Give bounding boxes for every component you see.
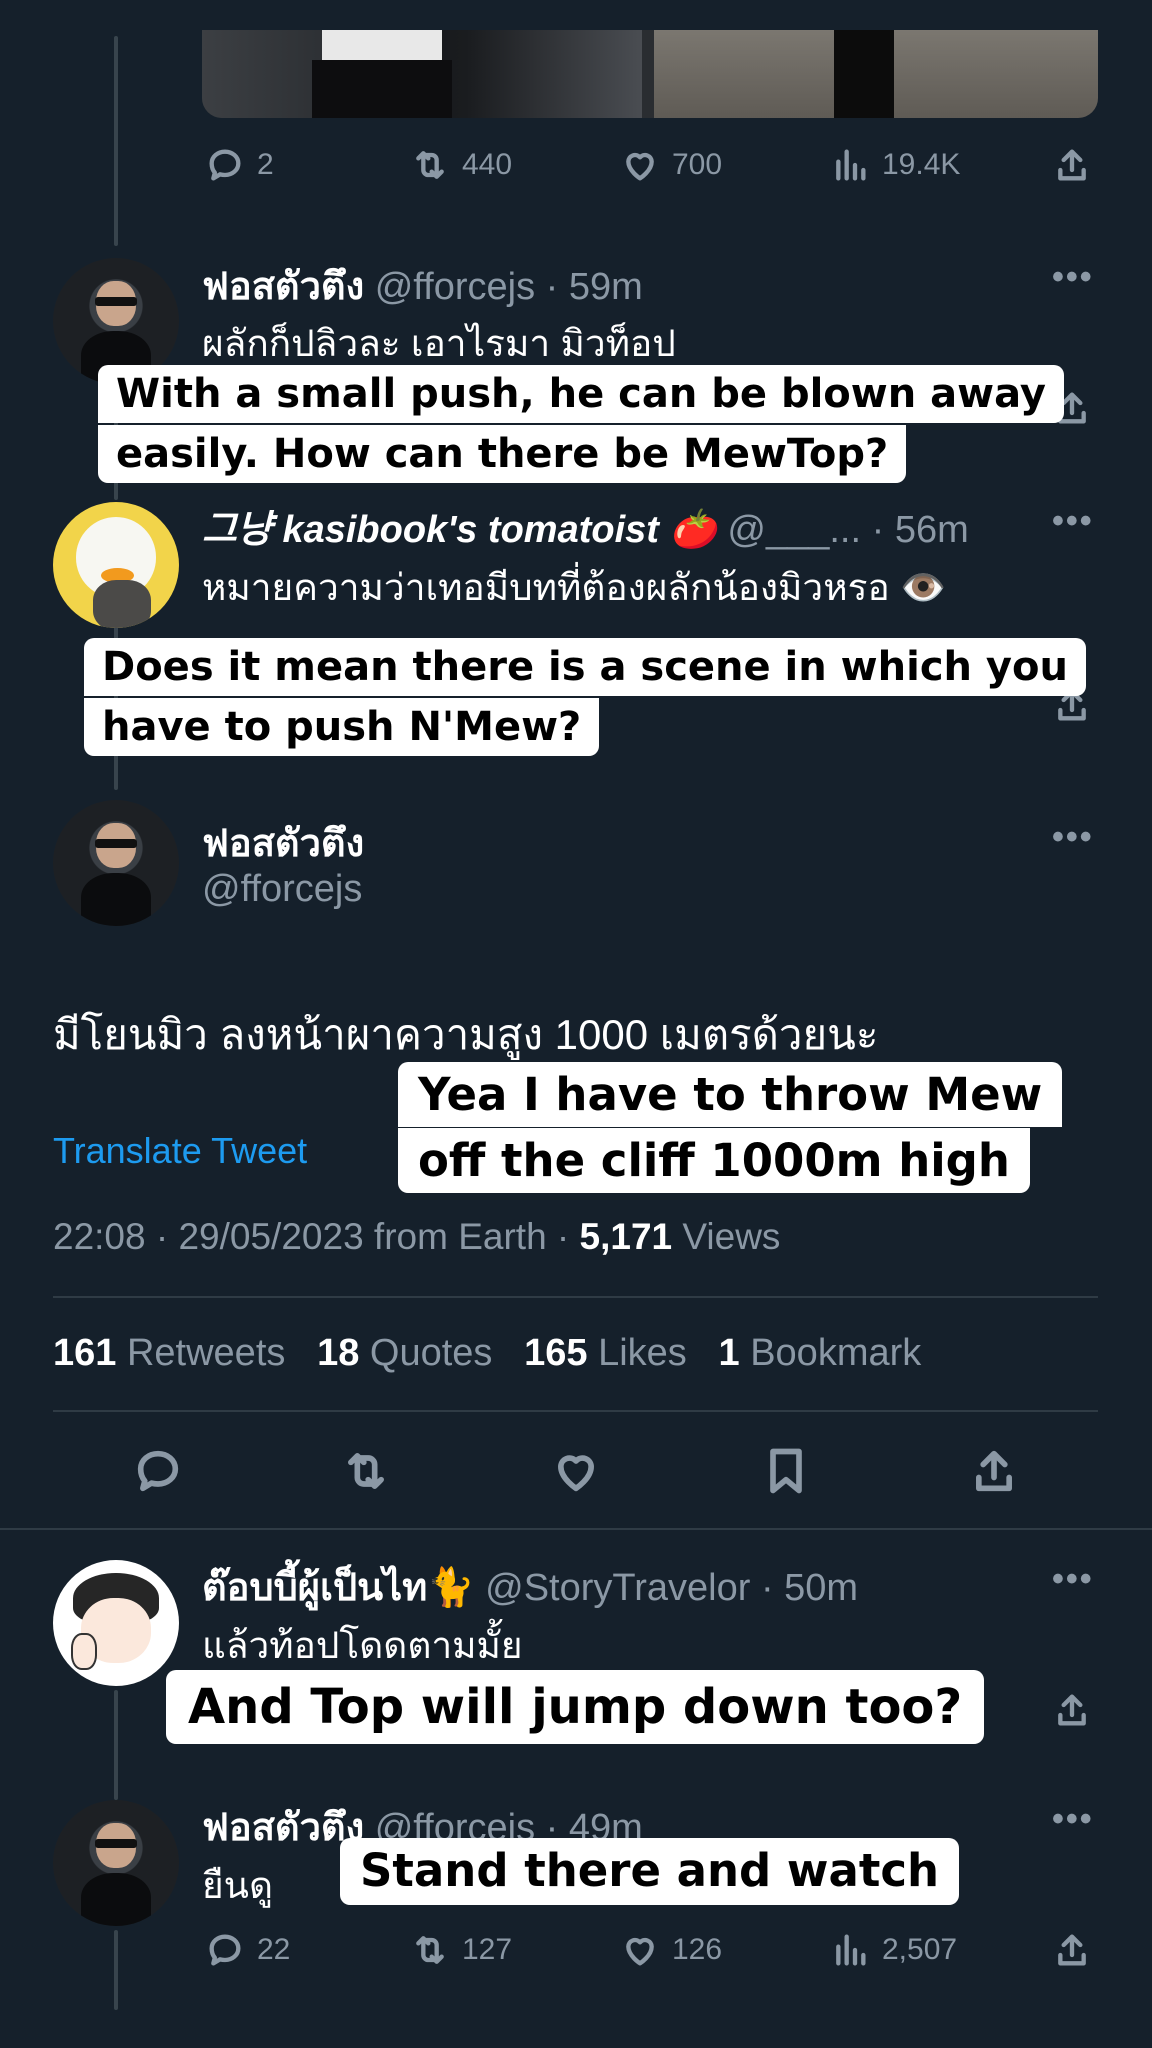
retweet-button[interactable]: 127 (410, 1930, 512, 1970)
author-name: ต๊อบบี้ผู้เป็นไท🐈 (202, 1567, 475, 1609)
tweet-time: 50m (784, 1567, 859, 1609)
media-image-right[interactable] (654, 30, 1098, 118)
tweet-text: ยืนดู (202, 1865, 274, 1906)
thread-line (114, 36, 118, 246)
tweet-author[interactable]: ต๊อบบี้ผู้เป็นไท🐈 @StoryTravelor · 50m (202, 1556, 858, 1617)
author-handle[interactable]: @fforcejs (202, 868, 362, 911)
timestamp-location: 22:08 · 29/05/2023 from Earth · (53, 1216, 580, 1257)
reply-count: 2 (257, 148, 274, 181)
heart-icon (626, 1937, 654, 1966)
caption-overlay: off the cliff 1000m high (398, 1128, 1030, 1194)
thread-line (114, 1930, 118, 2010)
heart-icon (626, 152, 654, 181)
translate-link[interactable]: Translate Tweet (53, 1130, 307, 1172)
tweet-media[interactable] (202, 30, 1098, 118)
divider (53, 1410, 1098, 1412)
media-image-left[interactable] (202, 30, 642, 118)
share-button[interactable] (1052, 1930, 1092, 1970)
share-icon (1058, 149, 1086, 181)
caption-overlay: With a small push, he can be blown away (98, 365, 1064, 423)
views-count: 2,507 (882, 1933, 958, 1966)
retweet-button[interactable]: 440 (410, 145, 512, 185)
share-button[interactable] (968, 1445, 1020, 1497)
retweets-stat[interactable]: 161 Retweets (53, 1332, 285, 1374)
views-icon (836, 1934, 866, 1966)
caption-overlay: easily. How can there be MewTop? (98, 425, 907, 483)
avatar[interactable] (53, 1800, 179, 1926)
bookmarks-stat[interactable]: 1 Bookmark (719, 1332, 922, 1374)
bookmark-icon (770, 1448, 802, 1494)
views-icon (836, 149, 866, 181)
tweet-author[interactable]: 그냥 kasibook's tomatoist 🍅 @___... · 56m (202, 498, 969, 553)
retweet-icon (348, 1453, 384, 1489)
views-button[interactable]: 19.4K (830, 145, 960, 185)
share-button[interactable] (1052, 145, 1092, 185)
tweet-text: หมายความว่าเทอมีบทที่ต้องผลักน้องมิวหรอ … (202, 567, 947, 608)
like-button[interactable]: 700 (620, 145, 722, 185)
views-label: Views (672, 1216, 781, 1257)
retweet-count: 440 (462, 148, 513, 181)
caption-overlay: Yea I have to throw Mew (398, 1062, 1063, 1128)
author-handle: @StoryTravelor (485, 1567, 751, 1609)
more-options-icon[interactable]: ••• (1052, 258, 1094, 297)
caption-overlay: Does it mean there is a scene in which y… (84, 638, 1086, 696)
more-options-icon[interactable]: ••• (1052, 502, 1094, 541)
more-options-icon[interactable]: ••• (1052, 1800, 1094, 1839)
tweet-time: 59m (568, 266, 643, 308)
heart-icon (558, 1455, 594, 1492)
like-count: 700 (672, 148, 723, 181)
retweet-count: 127 (462, 1933, 513, 1966)
more-options-icon[interactable]: ••• (1052, 1560, 1094, 1599)
reply-count: 22 (257, 1933, 291, 1966)
share-button[interactable] (1052, 1690, 1092, 1730)
views-count: 19.4K (882, 148, 961, 181)
retweet-icon (416, 151, 444, 179)
tweet-time: 56m (894, 509, 969, 551)
tweet-meta: 22:08 · 29/05/2023 from Earth · 5,171 Vi… (53, 1216, 780, 1258)
share-icon (1058, 1934, 1086, 1966)
retweet-button[interactable] (340, 1445, 392, 1497)
tweet-author[interactable]: ฟอสตัวตึง @fforcejs · 59m (202, 255, 643, 316)
reply-button[interactable]: 2 (205, 145, 274, 185)
retweet-icon (416, 1936, 444, 1964)
author-name: ฟอสตัวตึง (202, 1807, 365, 1849)
like-count: 126 (672, 1933, 723, 1966)
reply-button[interactable]: 22 (205, 1930, 290, 1970)
author-handle: @___... (727, 509, 862, 551)
reply-icon (137, 1450, 179, 1492)
divider (53, 1296, 1098, 1298)
quotes-stat[interactable]: 18 Quotes (317, 1332, 492, 1374)
caption-overlay: And Top will jump down too? (166, 1670, 985, 1745)
views-button[interactable]: 2,507 (830, 1930, 957, 1970)
author-name: 그냥 kasibook's tomatoist 🍅 (202, 509, 717, 551)
like-button[interactable] (550, 1445, 602, 1497)
author-name: ฟอสตัวตึง (202, 266, 365, 308)
likes-stat[interactable]: 165 Likes (524, 1332, 687, 1374)
reply-icon (209, 1934, 241, 1966)
like-button[interactable]: 126 (620, 1930, 722, 1970)
divider (0, 1528, 1152, 1530)
reply-icon (209, 149, 241, 181)
avatar[interactable] (53, 502, 179, 628)
caption-overlay: Stand there and watch (340, 1838, 960, 1905)
tweet-text: มีโยนมิว ลงหน้าผาความสูง 1000 เมตรด้วยนะ (53, 1011, 879, 1058)
caption-overlay: have to push N'Mew? (84, 698, 600, 756)
reply-button[interactable] (132, 1445, 184, 1497)
author-handle: @fforcejs (374, 266, 536, 308)
views-count: 5,171 (579, 1216, 673, 1257)
share-icon (976, 1450, 1012, 1492)
avatar[interactable] (53, 800, 179, 926)
thread-line (114, 1690, 118, 1800)
tweet-text: แล้วท้อปโดดตามมั้ย (202, 1625, 523, 1666)
share-icon (1058, 1694, 1086, 1726)
bookmark-button[interactable] (760, 1445, 812, 1497)
avatar[interactable] (53, 1560, 179, 1686)
author-name[interactable]: ฟอสตัวตึง (202, 812, 364, 873)
engagement-stats: 161 Retweets 18 Quotes 165 Likes 1 Bookm… (53, 1332, 921, 1375)
more-options-icon[interactable]: ••• (1052, 818, 1094, 857)
